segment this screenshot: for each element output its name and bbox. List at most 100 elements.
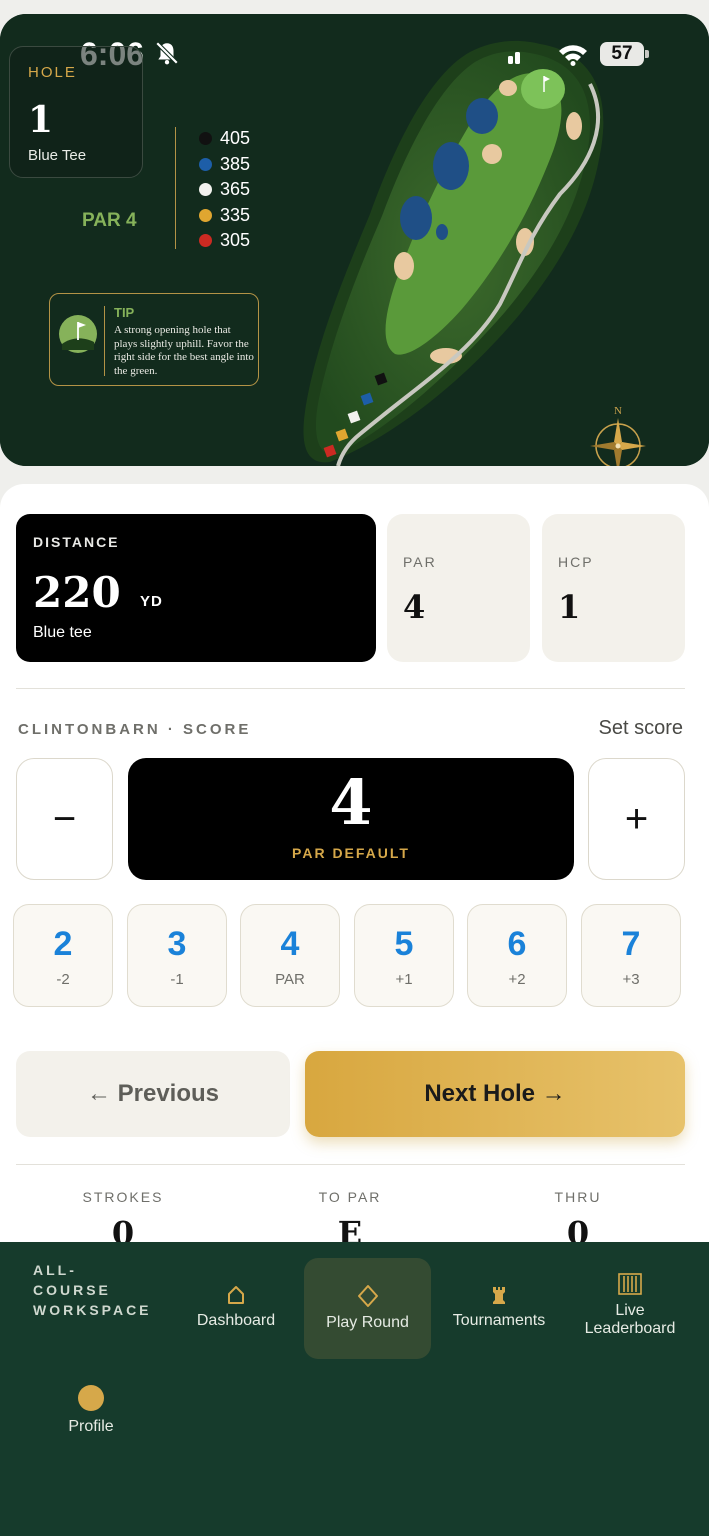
tee-yardage-value: 405: [220, 128, 251, 149]
nav-item-label-line2: Leaderboard: [584, 1320, 676, 1337]
compass-north-letter: N: [614, 405, 622, 417]
nav-item-label: Dashboard: [196, 1312, 276, 1329]
distance-card: DISTANCE 220 YD Blue tee: [16, 514, 376, 662]
nav-item-label: Tournaments: [452, 1312, 546, 1329]
previous-hole-button[interactable]: ← Previous: [16, 1051, 290, 1137]
hole-label: HOLE: [28, 64, 77, 81]
decrement-score-button[interactable]: −: [16, 758, 113, 880]
quick-score-relative: -2: [56, 971, 70, 988]
nav-item-label: Live: [615, 1302, 645, 1319]
wifi-icon: [559, 45, 587, 66]
tee-color-dot: [199, 208, 212, 222]
hole-card: HOLE 1 Blue Tee: [9, 46, 143, 178]
tee-yardage-white: 365: [199, 177, 250, 203]
quick-score-4[interactable]: 4 PAR: [240, 904, 340, 1007]
tee-yardage-value: 365: [220, 179, 251, 200]
bell-muted-icon: [155, 41, 179, 65]
nav-item-tournaments[interactable]: Tournaments: [444, 1284, 554, 1330]
leaderboard-icon: [618, 1273, 642, 1295]
tee-color-dot: [199, 234, 212, 248]
section-divider: [16, 688, 685, 689]
workspace-label-line: ALL-: [33, 1262, 77, 1278]
distance-label: DISTANCE: [33, 534, 120, 550]
workspace-label-line: COURSE: [33, 1282, 111, 1298]
tee-yardage-gold: 335: [199, 203, 250, 229]
distance-tee: Blue tee: [33, 624, 92, 641]
score-display: 4 PAR DEFAULT: [128, 758, 574, 880]
tee-yardage-value: 385: [220, 153, 251, 174]
tee-yardage-black: 405: [199, 126, 250, 152]
battery-nub: [645, 50, 649, 58]
quick-score-number: 3: [167, 925, 187, 963]
quick-score-relative: +1: [395, 971, 413, 988]
battery-level: 57: [600, 42, 644, 66]
tee-yardage-value: 335: [220, 204, 251, 225]
stat-to-par-label: TO PAR: [318, 1189, 382, 1205]
hcp-card: HCP 1: [542, 514, 685, 662]
set-score-link[interactable]: Set score: [599, 717, 683, 740]
quick-score-number: 5: [394, 925, 414, 963]
nav-item-dashboard[interactable]: Dashboard: [188, 1284, 284, 1330]
quick-score-relative: +3: [622, 971, 640, 988]
tee-yardage-red: 305: [199, 228, 250, 254]
quick-score-relative: -1: [170, 971, 184, 988]
home-icon: [228, 1286, 244, 1304]
score-subtitle: PAR DEFAULT: [292, 845, 410, 861]
workspace-label: ALL- COURSE WORKSPACE: [33, 1260, 152, 1320]
tee-yardage-list: 405 385 365 335 305: [199, 126, 250, 254]
nav-item-label: Profile: [68, 1418, 114, 1435]
quick-score-2[interactable]: 2 -2: [13, 904, 113, 1007]
bottom-navigation: ALL- COURSE WORKSPACE Dashboard Play Rou…: [0, 1242, 709, 1536]
nav-item-label: Play Round: [326, 1314, 409, 1331]
quick-score-5[interactable]: 5 +1: [354, 904, 454, 1007]
yardage-divider: [175, 127, 176, 249]
par-card-value: 4: [403, 588, 426, 626]
signal-icon: [508, 52, 520, 64]
score-title: CLINTONBARN · SCORE: [18, 721, 252, 738]
hcp-card-label: HCP: [558, 554, 594, 570]
quick-score-relative: PAR: [275, 971, 305, 988]
par-card: PAR 4: [387, 514, 530, 662]
hcp-card-value: 1: [558, 588, 581, 626]
tee-yardage-blue: 385: [199, 152, 250, 178]
hole-number: 1: [28, 99, 54, 141]
next-hole-button[interactable]: Next Hole →: [305, 1051, 685, 1137]
compass-icon: N: [590, 405, 646, 466]
distance-value: 220: [33, 568, 121, 617]
distance-unit: YD: [140, 593, 163, 610]
tee-color-dot: [199, 157, 212, 171]
quick-score-6[interactable]: 6 +2: [467, 904, 567, 1007]
hole-tee: Blue Tee: [28, 147, 87, 164]
increment-score-button[interactable]: +: [588, 758, 685, 880]
section-divider: [16, 1164, 685, 1165]
golf-flag-icon: [59, 315, 97, 353]
stat-thru-label: THRU: [554, 1189, 602, 1205]
stat-strokes-label: STROKES: [82, 1189, 164, 1205]
quick-score-relative: +2: [508, 971, 526, 988]
tee-yardage-value: 305: [220, 230, 251, 251]
nav-item-profile[interactable]: Profile: [46, 1384, 136, 1436]
quick-score-number: 7: [621, 925, 641, 963]
quick-score-number: 6: [507, 925, 527, 963]
tee-color-dot: [199, 183, 212, 197]
quick-score-number: 2: [53, 925, 73, 963]
quick-score-7[interactable]: 7 +3: [581, 904, 681, 1007]
rook-icon: [493, 1287, 505, 1304]
diamond-icon: [357, 1285, 378, 1307]
tee-color-dot: [199, 132, 212, 146]
par-card-label: PAR: [403, 554, 437, 570]
profile-icon: [78, 1385, 104, 1411]
quick-score-3[interactable]: 3 -1: [127, 904, 227, 1007]
hole-par: PAR 4: [82, 210, 137, 231]
workspace-label-line: WORKSPACE: [33, 1302, 152, 1318]
quick-score-number: 4: [280, 925, 300, 963]
nav-item-live-leaderboard[interactable]: Live Leaderboard: [570, 1272, 690, 1338]
battery-indicator: 57: [600, 42, 650, 66]
tip-text: A strong opening hole that plays slightl…: [114, 324, 254, 377]
hole-map: 6:06 57 HOLE 1 Blue Tee 405 385: [0, 14, 709, 466]
score-value: 4: [329, 766, 373, 839]
tip-divider: [104, 306, 105, 376]
nav-item-play-round[interactable]: Play Round: [304, 1258, 431, 1359]
tip-title: TIP: [114, 305, 135, 320]
score-sheet: DISTANCE 220 YD Blue tee PAR 4 HCP 1 CLI…: [0, 484, 709, 1284]
